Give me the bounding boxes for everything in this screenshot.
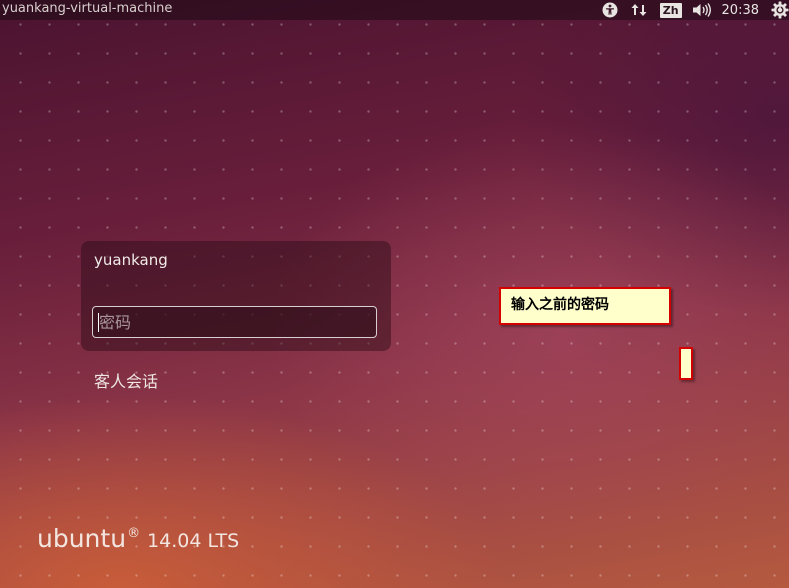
ubuntu-logo: ubuntu ® 14.04 LTS bbox=[37, 524, 239, 553]
registered-mark: ® bbox=[127, 526, 141, 541]
text-caret bbox=[98, 313, 99, 332]
hostname-label: yuankang-virtual-machine bbox=[2, 1, 173, 16]
top-panel: yuankang-virtual-machine Zh 20:38 bbox=[0, 0, 789, 20]
gear-power-icon[interactable] bbox=[771, 0, 789, 20]
brand-wordmark: ubuntu bbox=[37, 524, 127, 553]
speaker-volume-icon[interactable] bbox=[692, 0, 712, 20]
keyboard-layout-indicator[interactable]: Zh bbox=[659, 0, 682, 20]
login-screen: yuankang-virtual-machine Zh 20:38 yuanka… bbox=[0, 0, 789, 588]
login-panel: yuankang bbox=[81, 241, 391, 351]
keyboard-layout-label: Zh bbox=[659, 2, 682, 18]
network-updown-icon[interactable] bbox=[630, 0, 648, 20]
annotation-callout: 输入之前的密码 bbox=[499, 287, 671, 325]
accessibility-icon[interactable] bbox=[601, 0, 619, 20]
version-label: 14.04 LTS bbox=[147, 530, 240, 552]
username-label: yuankang bbox=[94, 251, 168, 269]
annotation-callout-small bbox=[679, 347, 693, 380]
password-input[interactable] bbox=[92, 306, 377, 338]
clock-label[interactable]: 20:38 bbox=[722, 0, 759, 20]
guest-session-link[interactable]: 客人会话 bbox=[94, 368, 158, 392]
indicator-area: Zh 20:38 bbox=[601, 0, 789, 20]
